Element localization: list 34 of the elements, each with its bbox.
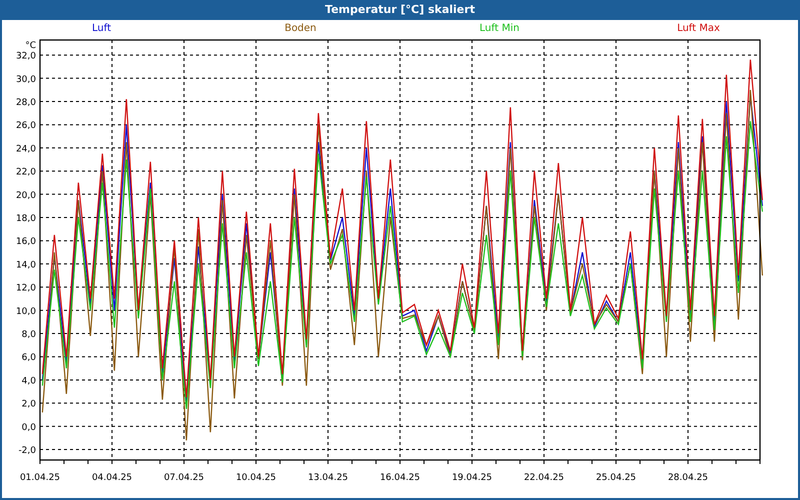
legend-label: Luft Max [677,23,720,34]
y-tick-label: 2,0 [22,400,36,410]
x-tick-label: 13.04.25 [308,473,348,483]
y-tick-label: 20,0 [16,190,36,201]
y-tick-label: 16,0 [16,237,36,248]
legend-label: Boden [284,23,316,34]
legend-label: Luft [92,23,111,34]
y-tick-label: 10,0 [16,306,36,317]
y-tick-label: 18,0 [16,214,36,224]
unit-label: °C [25,41,36,51]
y-tick-label: 8,0 [22,330,36,340]
y-tick-label: 6,0 [22,353,36,364]
x-tick-label: 19.04.25 [452,473,492,483]
window-title: Temperatur [°C] skaliert [0,0,800,20]
x-tick-label: 01.04.25 [20,473,60,483]
x-tick-label: 07.04.25 [164,473,204,483]
x-tick-label: 16.04.25 [380,473,420,483]
y-tick-label: 12,0 [16,284,36,294]
y-tick-label: 14,0 [16,260,36,270]
y-tick-label: 26,0 [16,121,36,132]
y-tick-label: 0,0 [22,422,36,433]
y-tick-label: 32,0 [16,52,36,62]
x-tick-label: 10.04.25 [236,473,276,483]
y-tick-label: -2,0 [18,446,36,456]
y-tick-label: 22,0 [16,168,36,178]
y-tick-label: 4,0 [22,376,36,386]
legend-label: Luft Min [480,23,520,34]
x-tick-label: 04.04.25 [92,473,132,483]
y-tick-label: 28,0 [16,98,36,108]
x-tick-label: 22.04.25 [524,473,564,483]
x-tick-label: 28.04.25 [668,473,708,483]
y-tick-label: 24,0 [16,144,36,154]
y-tick-label: 30,0 [16,74,36,85]
x-tick-label: 25.04.25 [596,473,636,483]
